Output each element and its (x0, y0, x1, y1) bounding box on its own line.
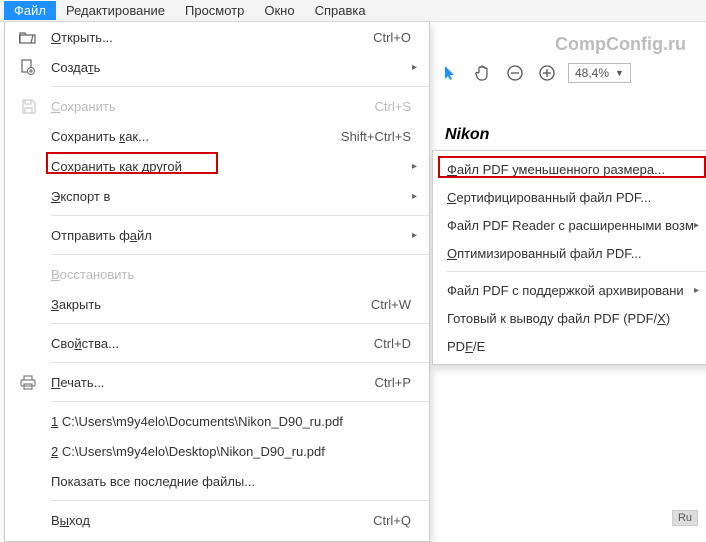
menu-separator (51, 254, 429, 255)
menu-create[interactable]: Создать ▸ (5, 52, 429, 82)
shortcut: Shift+Ctrl+S (341, 129, 411, 144)
menu-separator (51, 215, 429, 216)
submenu-label: Файл PDF уменьшенного размера... (447, 162, 665, 177)
menu-save-as[interactable]: Сохранить как... Shift+Ctrl+S (5, 121, 429, 151)
menu-recent-2[interactable]: 2 C:\Users\m9y4elo\Desktop\Nikon_D90_ru.… (5, 436, 429, 466)
menubar: Файл Редактирование Просмотр Окно Справк… (0, 0, 706, 22)
menu-export[interactable]: Экспорт в ▸ (5, 181, 429, 211)
menu-label: Экспорт в (51, 189, 411, 204)
menu-save: Сохранить Ctrl+S (5, 91, 429, 121)
submenu-arrow-icon: ▸ (412, 191, 417, 202)
watermark: CompConfig.ru (555, 34, 686, 55)
submenu-certified-pdf[interactable]: Сертифицированный файл PDF... (433, 183, 706, 211)
menu-separator (447, 271, 706, 272)
submenu-reader-pdf[interactable]: Файл PDF Reader с расширенными возм ▸ (433, 211, 706, 239)
menu-open[interactable]: Открыть... Ctrl+O (5, 22, 429, 52)
menu-close[interactable]: Закрыть Ctrl+W (5, 289, 429, 319)
document-title: Nikon (445, 126, 489, 144)
file-menu: Открыть... Ctrl+O Создать ▸ Сохранить Ct… (4, 22, 430, 542)
menu-print[interactable]: Печать... Ctrl+P (5, 367, 429, 397)
zoom-out-icon[interactable] (504, 62, 526, 84)
shortcut: Ctrl+S (375, 99, 411, 114)
menu-label: Восстановить (51, 267, 411, 282)
submenu-arrow-icon: ▸ (694, 220, 699, 231)
select-tool-icon[interactable] (440, 62, 462, 84)
menu-send[interactable]: Отправить файл ▸ (5, 220, 429, 250)
submenu-label: Файл PDF с поддержкой архивировани (447, 283, 684, 298)
submenu-optimized-pdf[interactable]: Оптимизированный файл PDF... (433, 239, 706, 267)
menu-show-all-recent[interactable]: Показать все последние файлы... (5, 466, 429, 496)
menu-label: Выход (51, 513, 373, 528)
zoom-in-icon[interactable] (536, 62, 558, 84)
submenu-label: Оптимизированный файл PDF... (447, 246, 642, 261)
menu-separator (51, 323, 429, 324)
save-as-other-submenu: Файл PDF уменьшенного размера... Сертифи… (432, 150, 706, 365)
menu-separator (51, 500, 429, 501)
print-icon (5, 375, 51, 390)
shortcut: Ctrl+P (375, 375, 411, 390)
zoom-value: 48,4% (575, 66, 609, 80)
submenu-label: Файл PDF Reader с расширенными возм (447, 218, 694, 233)
submenu-reduced-pdf[interactable]: Файл PDF уменьшенного размера... (433, 155, 706, 183)
submenu-archive-pdf[interactable]: Файл PDF с поддержкой архивировани ▸ (433, 276, 706, 304)
submenu-pdfe[interactable]: PDF/E (433, 332, 706, 360)
menu-label: Закрыть (51, 297, 371, 312)
folder-open-icon (5, 30, 51, 44)
menu-label: Создать (51, 60, 411, 75)
menu-separator (51, 86, 429, 87)
submenu-arrow-icon: ▸ (694, 285, 699, 296)
zoom-dropdown[interactable]: 48,4% ▼ (568, 63, 631, 83)
menu-save-as-other[interactable]: Сохранить как другой ▸ (5, 151, 429, 181)
menu-label: Открыть... (51, 30, 373, 45)
submenu-label: PDF/E (447, 339, 485, 354)
menubar-window[interactable]: Окно (254, 1, 304, 20)
submenu-print-ready-pdf[interactable]: Готовый к выводу файл PDF (PDF/X) (433, 304, 706, 332)
submenu-label: Готовый к выводу файл PDF (PDF/X) (447, 311, 670, 326)
save-icon (5, 99, 51, 114)
language-badge: Ru (672, 510, 698, 526)
shortcut: Ctrl+O (373, 30, 411, 45)
menu-properties[interactable]: Свойства... Ctrl+D (5, 328, 429, 358)
shortcut: Ctrl+W (371, 297, 411, 312)
menu-label: Свойства... (51, 336, 374, 351)
chevron-down-icon: ▼ (615, 68, 624, 78)
menu-label: Сохранить как... (51, 129, 341, 144)
menubar-help[interactable]: Справка (305, 1, 376, 20)
menu-separator (51, 401, 429, 402)
menu-separator (51, 362, 429, 363)
menubar-view[interactable]: Просмотр (175, 1, 254, 20)
menu-label: Сохранить как другой (51, 159, 411, 174)
menubar-file[interactable]: Файл (4, 1, 56, 20)
shortcut: Ctrl+Q (373, 513, 411, 528)
menu-label: 2 C:\Users\m9y4elo\Desktop\Nikon_D90_ru.… (51, 444, 411, 459)
menu-restore: Восстановить (5, 259, 429, 289)
menu-exit[interactable]: Выход Ctrl+Q (5, 505, 429, 535)
document-new-icon (5, 59, 51, 75)
shortcut: Ctrl+D (374, 336, 411, 351)
hand-tool-icon[interactable] (472, 62, 494, 84)
submenu-arrow-icon: ▸ (412, 62, 417, 73)
submenu-arrow-icon: ▸ (412, 230, 417, 241)
menubar-edit[interactable]: Редактирование (56, 1, 175, 20)
submenu-arrow-icon: ▸ (412, 161, 417, 172)
menu-label: 1 C:\Users\m9y4elo\Documents\Nikon_D90_r… (51, 414, 411, 429)
menu-label: Сохранить (51, 99, 375, 114)
toolbar: 48,4% ▼ (440, 62, 696, 84)
menu-recent-1[interactable]: 1 C:\Users\m9y4elo\Documents\Nikon_D90_r… (5, 406, 429, 436)
submenu-label: Сертифицированный файл PDF... (447, 190, 651, 205)
menu-label: Отправить файл (51, 228, 411, 243)
menu-label: Показать все последние файлы... (51, 474, 411, 489)
menu-label: Печать... (51, 375, 375, 390)
